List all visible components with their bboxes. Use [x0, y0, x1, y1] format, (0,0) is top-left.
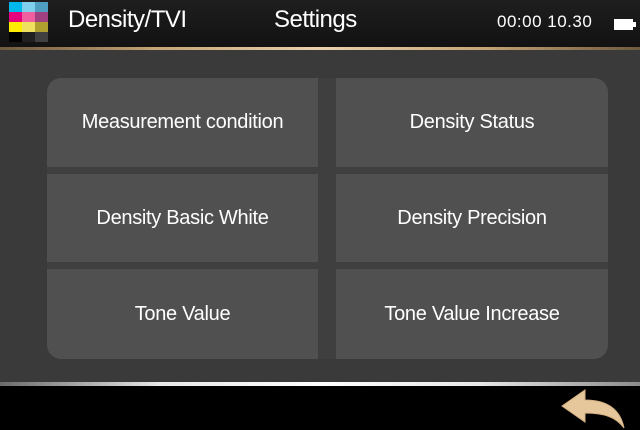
clock: 00:00 10.30	[497, 12, 593, 31]
battery-icon	[614, 19, 636, 30]
tile-label: Density Status	[409, 111, 535, 133]
bottom-bar	[0, 386, 640, 430]
tile-label: Density Precision	[397, 206, 547, 229]
density-basic-white-button[interactable]: Density Basic White	[47, 174, 318, 262]
header-divider	[0, 47, 640, 50]
tile-label: Tone Value Increase	[384, 302, 560, 325]
cmyk-logo-icon	[9, 2, 48, 42]
density-status-button[interactable]: Density Status	[336, 78, 608, 167]
back-arrow-icon[interactable]	[558, 389, 628, 429]
tone-value-increase-button[interactable]: Tone Value Increase	[336, 269, 608, 359]
tone-value-button[interactable]: Tone Value	[47, 269, 318, 359]
tile-label: Density Basic White	[96, 206, 269, 229]
top-bar: Density/TVI Settings 00:00 10.30	[0, 0, 640, 47]
tile-label: Tone Value	[134, 302, 231, 325]
settings-panel: Measurement condition Density Status Den…	[47, 78, 608, 359]
tile-label: Measurement condition	[81, 111, 284, 133]
app-title: Density/TVI	[68, 6, 187, 33]
measurement-condition-button[interactable]: Measurement condition	[47, 78, 318, 167]
density-precision-button[interactable]: Density Precision	[336, 174, 608, 262]
page-title: Settings	[274, 6, 357, 33]
